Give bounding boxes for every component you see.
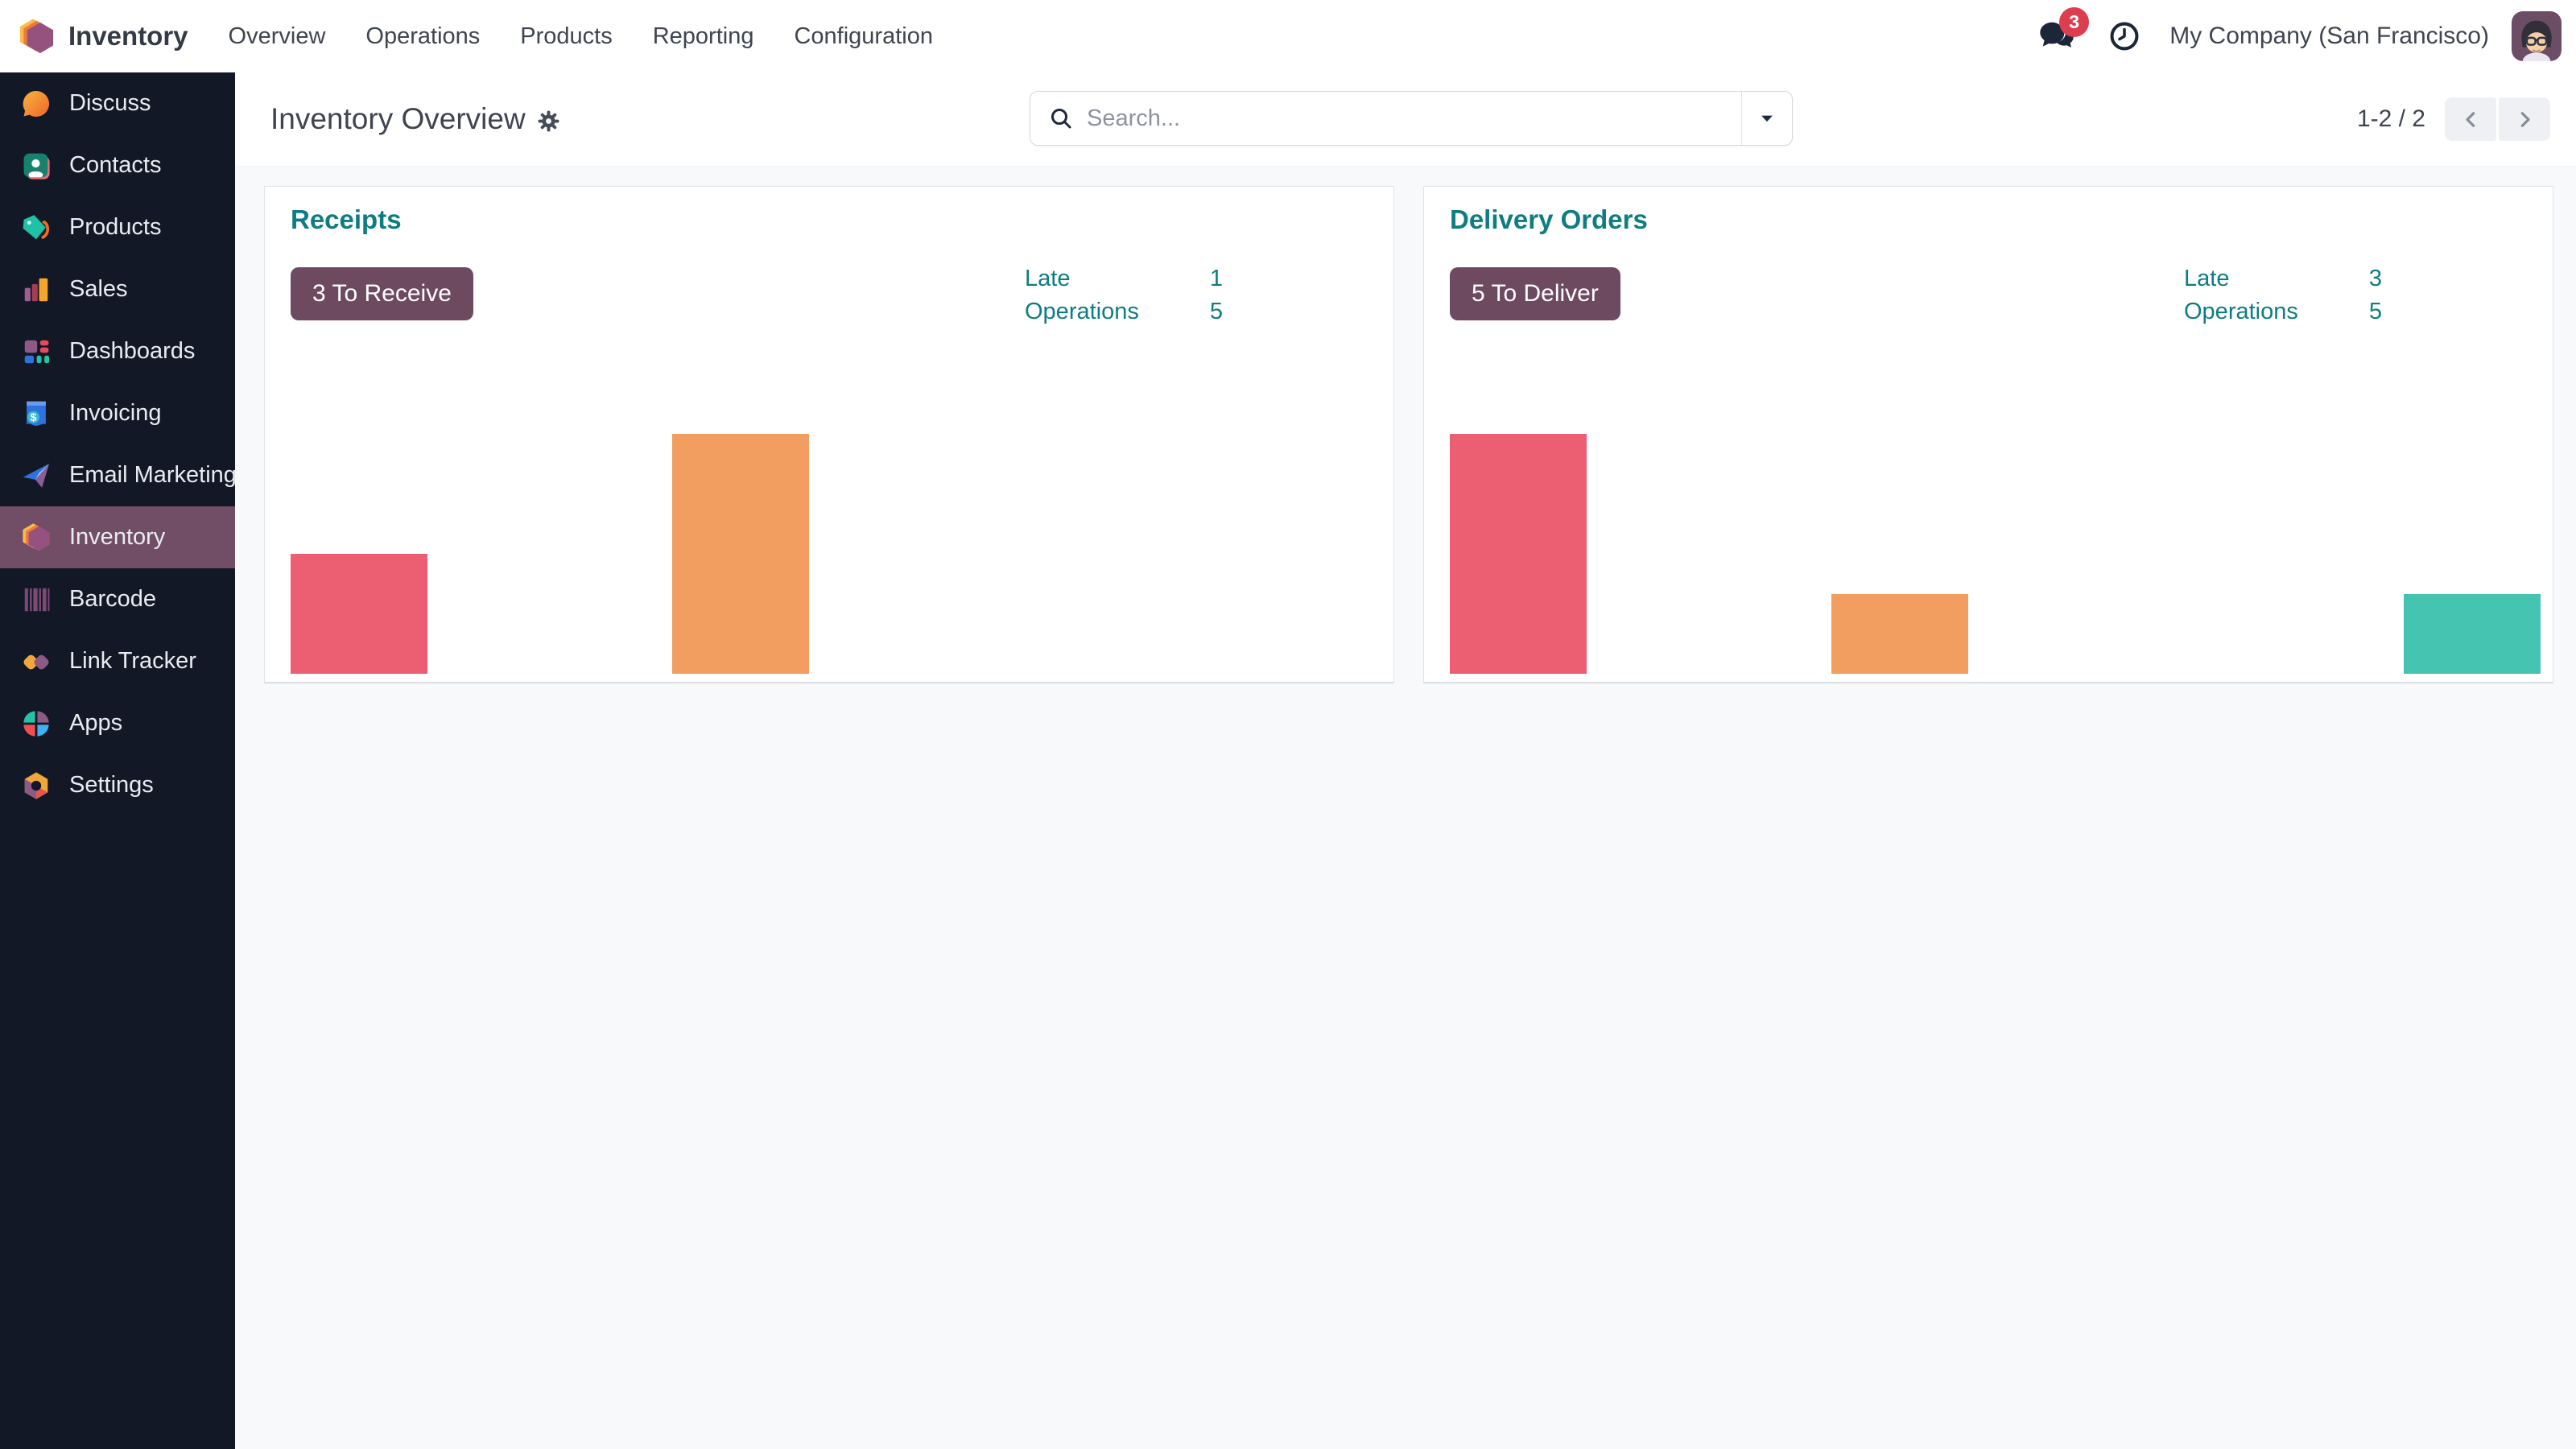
- messages-count-badge: 3: [2059, 7, 2089, 37]
- stat-label: Operations: [1025, 299, 1139, 325]
- barcode-app-icon: [21, 584, 52, 615]
- sidebar-item-label: Dashboards: [69, 338, 195, 365]
- to-deliver-button[interactable]: 5 To Deliver: [1450, 267, 1620, 320]
- sidebar-item[interactable]: Apps: [0, 692, 235, 754]
- delivery-stats: Late 3 Operations 5: [2184, 262, 2382, 328]
- company-switcher[interactable]: My Company (San Francisco): [2169, 23, 2489, 50]
- navbar-menu-item[interactable]: Products: [502, 15, 630, 58]
- inventory-app-icon: [21, 522, 52, 553]
- apps-app-icon: [21, 708, 52, 739]
- stat-value: 5: [1210, 299, 1223, 325]
- user-avatar-image: [2512, 11, 2562, 61]
- sidebar-item-label: Sales: [69, 276, 128, 303]
- chevron-left-icon: [2458, 107, 2483, 132]
- sidebar-item[interactable]: Contacts: [0, 134, 235, 196]
- page-title: Inventory Overview: [270, 102, 526, 136]
- card-title-delivery-orders[interactable]: Delivery Orders: [1450, 204, 1648, 235]
- card-title-receipts[interactable]: Receipts: [291, 204, 402, 235]
- chevron-right-icon: [2512, 107, 2537, 132]
- chart-bar-upcoming-1[interactable]: [672, 434, 809, 674]
- navbar-menu-item[interactable]: Operations: [348, 15, 497, 58]
- search-bar[interactable]: [1030, 91, 1793, 146]
- sidebar-item-label: Settings: [69, 772, 154, 799]
- stat-label: Late: [2184, 266, 2229, 292]
- sidebar-item[interactable]: Link Tracker: [0, 630, 235, 692]
- contacts-app-icon: [21, 151, 52, 181]
- email-marketing-app-icon: [21, 460, 52, 491]
- sidebar-item-label: Products: [69, 214, 161, 241]
- control-panel: Inventory Overview 1-2 / 2: [235, 72, 2576, 167]
- stat-row[interactable]: Late 3: [2184, 262, 2382, 295]
- app-switcher[interactable]: Inventory: [0, 18, 188, 56]
- sidebar-item[interactable]: Products: [0, 196, 235, 258]
- sidebar-item[interactable]: Discuss: [0, 72, 235, 134]
- delivery-orders-chart: [1450, 432, 2545, 674]
- sidebar-item-label: Discuss: [69, 90, 151, 117]
- invoicing-app-icon: [21, 398, 52, 429]
- inventory-app-logo-icon: [18, 18, 56, 56]
- sidebar-item-label: Email Marketing: [69, 462, 237, 489]
- clock-icon: [2109, 21, 2140, 52]
- settings-app-icon: [21, 770, 52, 801]
- search-input[interactable]: [1085, 105, 1741, 133]
- stat-value: 1: [1210, 266, 1223, 292]
- sidebar-item[interactable]: Inventory: [0, 506, 235, 568]
- main-area: Inventory Overview 1-2 / 2 Receipts: [235, 72, 2576, 1449]
- navbar-menu-item[interactable]: Overview: [211, 15, 344, 58]
- avatar[interactable]: [2512, 11, 2562, 61]
- pager: 1-2 / 2: [2357, 72, 2550, 166]
- settings-gear-icon[interactable]: [536, 109, 561, 134]
- apps-sidebar: Discuss Contacts Products Sales Dashboar…: [0, 72, 235, 1449]
- link-tracker-app-icon: [21, 646, 52, 677]
- messages-button[interactable]: 3: [2034, 14, 2079, 59]
- caret-down-icon: [1758, 109, 1776, 127]
- receipts-stats: Late 1 Operations 5: [1025, 262, 1223, 328]
- sidebar-item-label: Invoicing: [69, 400, 161, 427]
- sales-app-icon: [21, 275, 52, 305]
- stat-row[interactable]: Operations 5: [2184, 295, 2382, 328]
- navbar-systray: 3 My Company (San Francisco): [2034, 11, 2576, 61]
- dashboard-cards: Receipts 3 To Receive Late 1 Operations …: [235, 167, 2576, 683]
- sidebar-item-label: Inventory: [69, 524, 165, 551]
- dashboards-app-icon: [21, 336, 52, 367]
- sidebar-item[interactable]: Dashboards: [0, 320, 235, 382]
- receipts-card: Receipts 3 To Receive Late 1 Operations …: [264, 186, 1394, 683]
- pager-range: 1-2 / 2: [2357, 105, 2425, 133]
- search-icon: [1048, 105, 1074, 131]
- stat-label: Late: [1025, 266, 1070, 292]
- sidebar-item[interactable]: Email Marketing: [0, 444, 235, 506]
- stat-value: 3: [2369, 266, 2382, 292]
- pager-previous-button[interactable]: [2445, 97, 2496, 141]
- chart-bar-late[interactable]: [291, 554, 427, 674]
- sidebar-item[interactable]: Barcode: [0, 568, 235, 630]
- search-dropdown-toggle[interactable]: [1741, 92, 1792, 145]
- chart-bar-upcoming-2[interactable]: [2404, 594, 2541, 674]
- sidebar-item[interactable]: Invoicing: [0, 382, 235, 444]
- to-receive-button[interactable]: 3 To Receive: [291, 267, 473, 320]
- stat-row[interactable]: Operations 5: [1025, 295, 1223, 328]
- sidebar-item-label: Link Tracker: [69, 648, 196, 675]
- products-app-icon: [21, 213, 52, 243]
- receipts-chart: [291, 432, 1385, 674]
- sidebar-item[interactable]: Settings: [0, 754, 235, 816]
- sidebar-item[interactable]: Sales: [0, 258, 235, 320]
- chart-bar-late[interactable]: [1450, 434, 1587, 674]
- stat-value: 5: [2369, 299, 2382, 325]
- navbar-menu-item[interactable]: Reporting: [635, 15, 772, 58]
- delivery-orders-card: Delivery Orders 5 To Deliver Late 3 Oper…: [1423, 186, 2553, 683]
- top-navbar: Inventory OverviewOperationsProductsRepo…: [0, 0, 2576, 72]
- pager-next-button[interactable]: [2499, 97, 2550, 141]
- stat-label: Operations: [2184, 299, 2298, 325]
- discuss-app-icon: [21, 89, 52, 119]
- chart-bar-upcoming-1[interactable]: [1831, 594, 1968, 674]
- sidebar-item-label: Barcode: [69, 586, 156, 613]
- stat-row[interactable]: Late 1: [1025, 262, 1223, 295]
- sidebar-item-label: Contacts: [69, 152, 161, 179]
- sidebar-item-label: Apps: [69, 710, 122, 737]
- navbar-menu: OverviewOperationsProductsReportingConfi…: [211, 15, 951, 58]
- navbar-menu-item[interactable]: Configuration: [776, 15, 951, 58]
- activities-button[interactable]: [2102, 14, 2147, 59]
- app-name: Inventory: [68, 21, 188, 52]
